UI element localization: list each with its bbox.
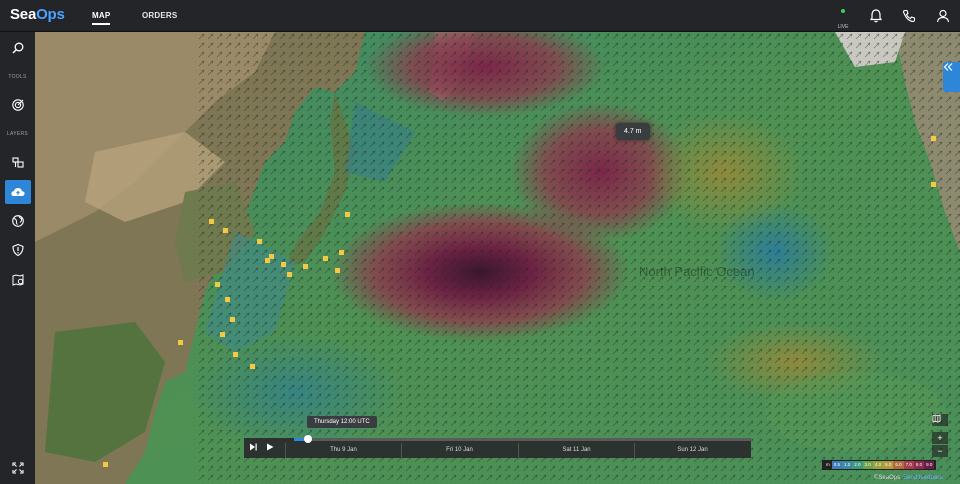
live-dot [841, 9, 845, 13]
logo-ops: Ops [36, 6, 65, 23]
map-pin-icon [12, 274, 24, 286]
layer-security-button[interactable] [5, 238, 31, 262]
legend-value: 8.0 [913, 461, 925, 469]
map-view[interactable]: North Pacific Ocean 4.7 m Thursday 12:00… [35, 32, 960, 484]
sidebar: TOOLS LAYERS [0, 32, 35, 484]
live-indicator: LIVE [834, 9, 852, 33]
bell-icon [869, 9, 883, 23]
target-icon [12, 99, 24, 111]
legend-value: 2.0 [852, 461, 863, 469]
layers-label: LAYERS [6, 131, 29, 137]
timeline: Thu 9 Jan Fri 10 Jan Sat 11 Jan Sun 12 J… [244, 435, 751, 458]
map-icon [932, 414, 941, 423]
zoom-in-button[interactable]: + [932, 432, 948, 444]
legend-value: 4.0 [872, 461, 884, 469]
timeline-day[interactable]: Thu 9 Jan [285, 443, 401, 458]
legend-value: 3.0 [862, 461, 873, 469]
user-icon [936, 9, 950, 23]
wave-height-layer: North Pacific Ocean [35, 32, 960, 484]
ports-icon [12, 157, 24, 168]
phone-icon [902, 9, 916, 23]
zoom-out-button[interactable]: − [932, 445, 948, 457]
legend-value: 5.0 [883, 461, 894, 469]
wave-height-legend: m 0.5 1.0 2.0 3.0 4.0 5.0 6.0 7.0 8.0 9.… [822, 460, 937, 470]
wave-height-tooltip: 4.7 m [616, 123, 650, 140]
notifications-button[interactable] [868, 8, 884, 24]
play-icon [267, 443, 274, 451]
app-logo[interactable]: SeaOps [10, 6, 65, 23]
legend-value: 0.5 [831, 461, 843, 469]
legend-value: 1.0 [842, 461, 853, 469]
attribution: ©SeaOps Send feedback [874, 475, 943, 481]
live-label: LIVE [837, 24, 849, 30]
tools-label: TOOLS [8, 74, 27, 80]
search-button[interactable] [5, 36, 31, 60]
tab-orders[interactable]: ORDERS [142, 11, 177, 20]
send-feedback-link[interactable]: Send feedback [903, 475, 943, 481]
logo-sea: Sea [10, 6, 37, 23]
timeline-slider[interactable] [294, 435, 751, 443]
play-button[interactable] [265, 442, 279, 454]
timeline-day[interactable]: Sun 12 Jan [634, 443, 750, 458]
layer-ports-button[interactable] [5, 150, 31, 174]
expand-icon [12, 462, 24, 474]
layer-globe-button[interactable] [5, 209, 31, 233]
step-forward-icon [250, 443, 257, 451]
timeline-handle[interactable] [304, 435, 312, 443]
layer-zones-button[interactable] [5, 268, 31, 292]
search-icon [12, 42, 24, 54]
legend-unit: m [824, 461, 832, 469]
tab-map[interactable]: MAP [92, 11, 111, 25]
expand-panel-button[interactable] [943, 62, 960, 92]
map-style-button[interactable] [932, 414, 948, 426]
legend-value: 7.0 [903, 461, 914, 469]
legend-value: 6.0 [893, 461, 904, 469]
ocean-label: North Pacific Ocean [639, 264, 755, 279]
double-chevron-left-icon [943, 63, 953, 71]
cloud-upload-icon [11, 188, 25, 196]
shield-icon [12, 243, 24, 257]
step-play-button[interactable] [248, 442, 262, 454]
top-bar: SeaOps MAP ORDERS LIVE [0, 0, 960, 32]
timeline-day[interactable]: Fri 10 Jan [401, 443, 517, 458]
route-tool-button[interactable] [5, 93, 31, 117]
copyright-text: ©SeaOps [874, 475, 901, 481]
contact-button[interactable] [901, 8, 917, 24]
globe-icon [12, 215, 24, 227]
current-time-tooltip: Thursday 12:00 UTC [307, 416, 377, 428]
fullscreen-button[interactable] [5, 456, 31, 480]
timeline-day[interactable]: Sat 11 Jan [518, 443, 634, 458]
legend-value: 9.0 [924, 461, 935, 469]
account-button[interactable] [935, 8, 951, 24]
layer-weather-button[interactable] [5, 180, 31, 204]
